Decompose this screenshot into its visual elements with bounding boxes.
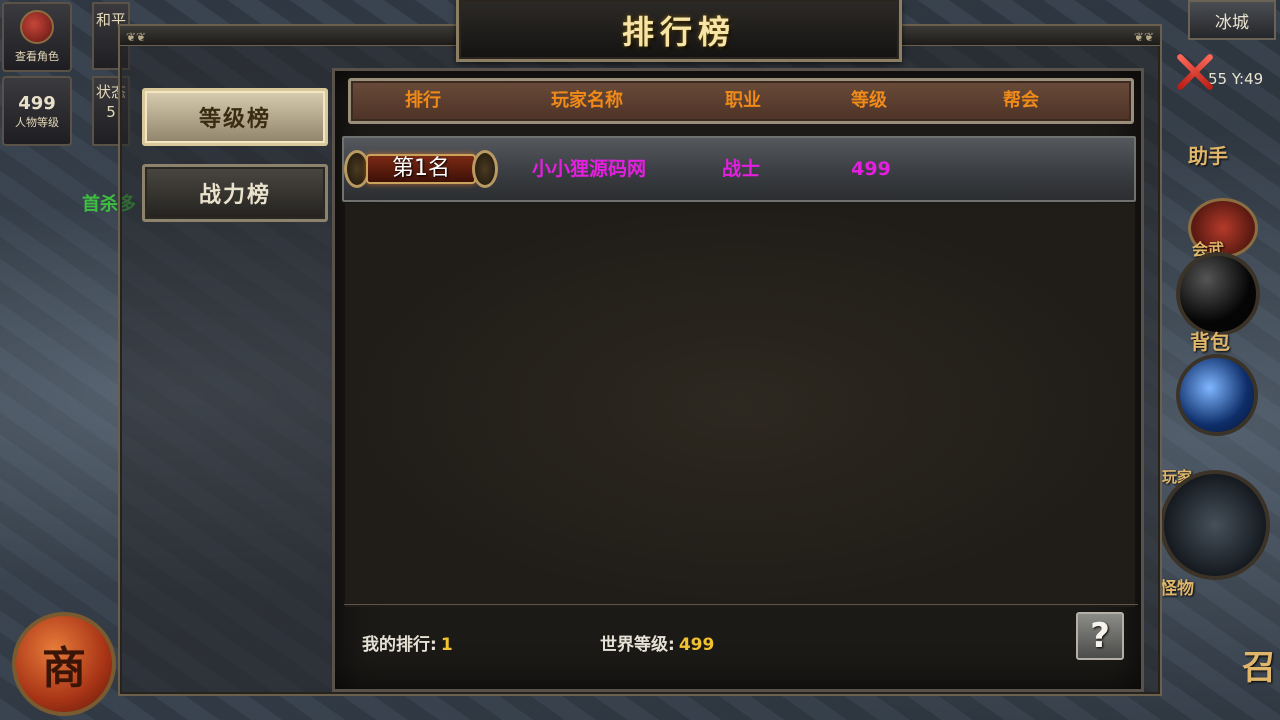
flourish-left-icon: ❦❦ [126,30,147,44]
list-background [345,203,1135,607]
tab-power-ranking[interactable]: 战力榜 [142,164,328,222]
view-role-button[interactable]: 查看角色 [2,2,72,72]
tab-level-ranking-label: 等级榜 [198,107,271,132]
help-button[interactable]: ? [1076,612,1124,660]
character-level-button[interactable]: 499 人物等级 [2,76,72,146]
table-header: 排行 玩家名称 职业 等级 帮会 [348,78,1134,124]
tab-level-ranking[interactable]: 等级榜 [142,88,328,146]
shop-button[interactable]: 商 [12,612,116,716]
rank-badge: 第1名 [344,148,498,190]
character-level-label: 人物等级 [15,115,59,129]
bag-label: 背包 [1190,330,1230,354]
world-level: 世界等级: 499 [600,630,714,655]
helper-button[interactable]: 助手 [1188,140,1228,169]
header-rank: 排行 [405,90,441,111]
tab-power-ranking-label: 战力榜 [198,183,271,208]
coordinates: 55 Y:49 [1208,70,1264,88]
world-level-value: 499 [678,635,715,655]
summon-label[interactable]: 召 [1242,640,1276,689]
my-rank-label: 我的排行: [362,635,437,655]
shop-label: 商 [42,643,86,694]
bag-orb-icon[interactable] [1176,252,1260,336]
my-rank-value: 1 [440,635,453,655]
flourish-right-icon: ❦❦ [1133,30,1154,44]
footer-divider [344,604,1138,605]
world-level-label: 世界等级: [600,635,675,655]
my-rank: 我的排行: 1 [362,630,453,655]
view-role-label: 查看角色 [15,50,59,63]
close-icon[interactable] [1172,50,1216,94]
role-avatar-icon [20,10,54,44]
row-player-name: 小小狸源码网 [531,158,647,180]
header-level: 等级 [851,90,887,111]
skill-orb-icon[interactable] [1176,354,1258,436]
row-rank: 第1名 [392,156,450,181]
attack-weapon-icon[interactable] [1160,470,1270,580]
character-level-value: 499 [18,92,56,114]
header-guild: 帮会 [1003,90,1039,111]
map-name-tag: 冰城 [1188,0,1276,40]
header-class: 职业 [725,90,761,111]
map-name: 冰城 [1215,12,1249,33]
row-level: 499 [851,158,891,180]
page-title: 排行榜 [621,12,736,51]
header-player-name: 玩家名称 [551,90,623,111]
title-plate: 排行榜 [456,0,902,62]
monster-label: 怪物 [1160,579,1194,599]
row-class: 战士 [721,158,761,180]
